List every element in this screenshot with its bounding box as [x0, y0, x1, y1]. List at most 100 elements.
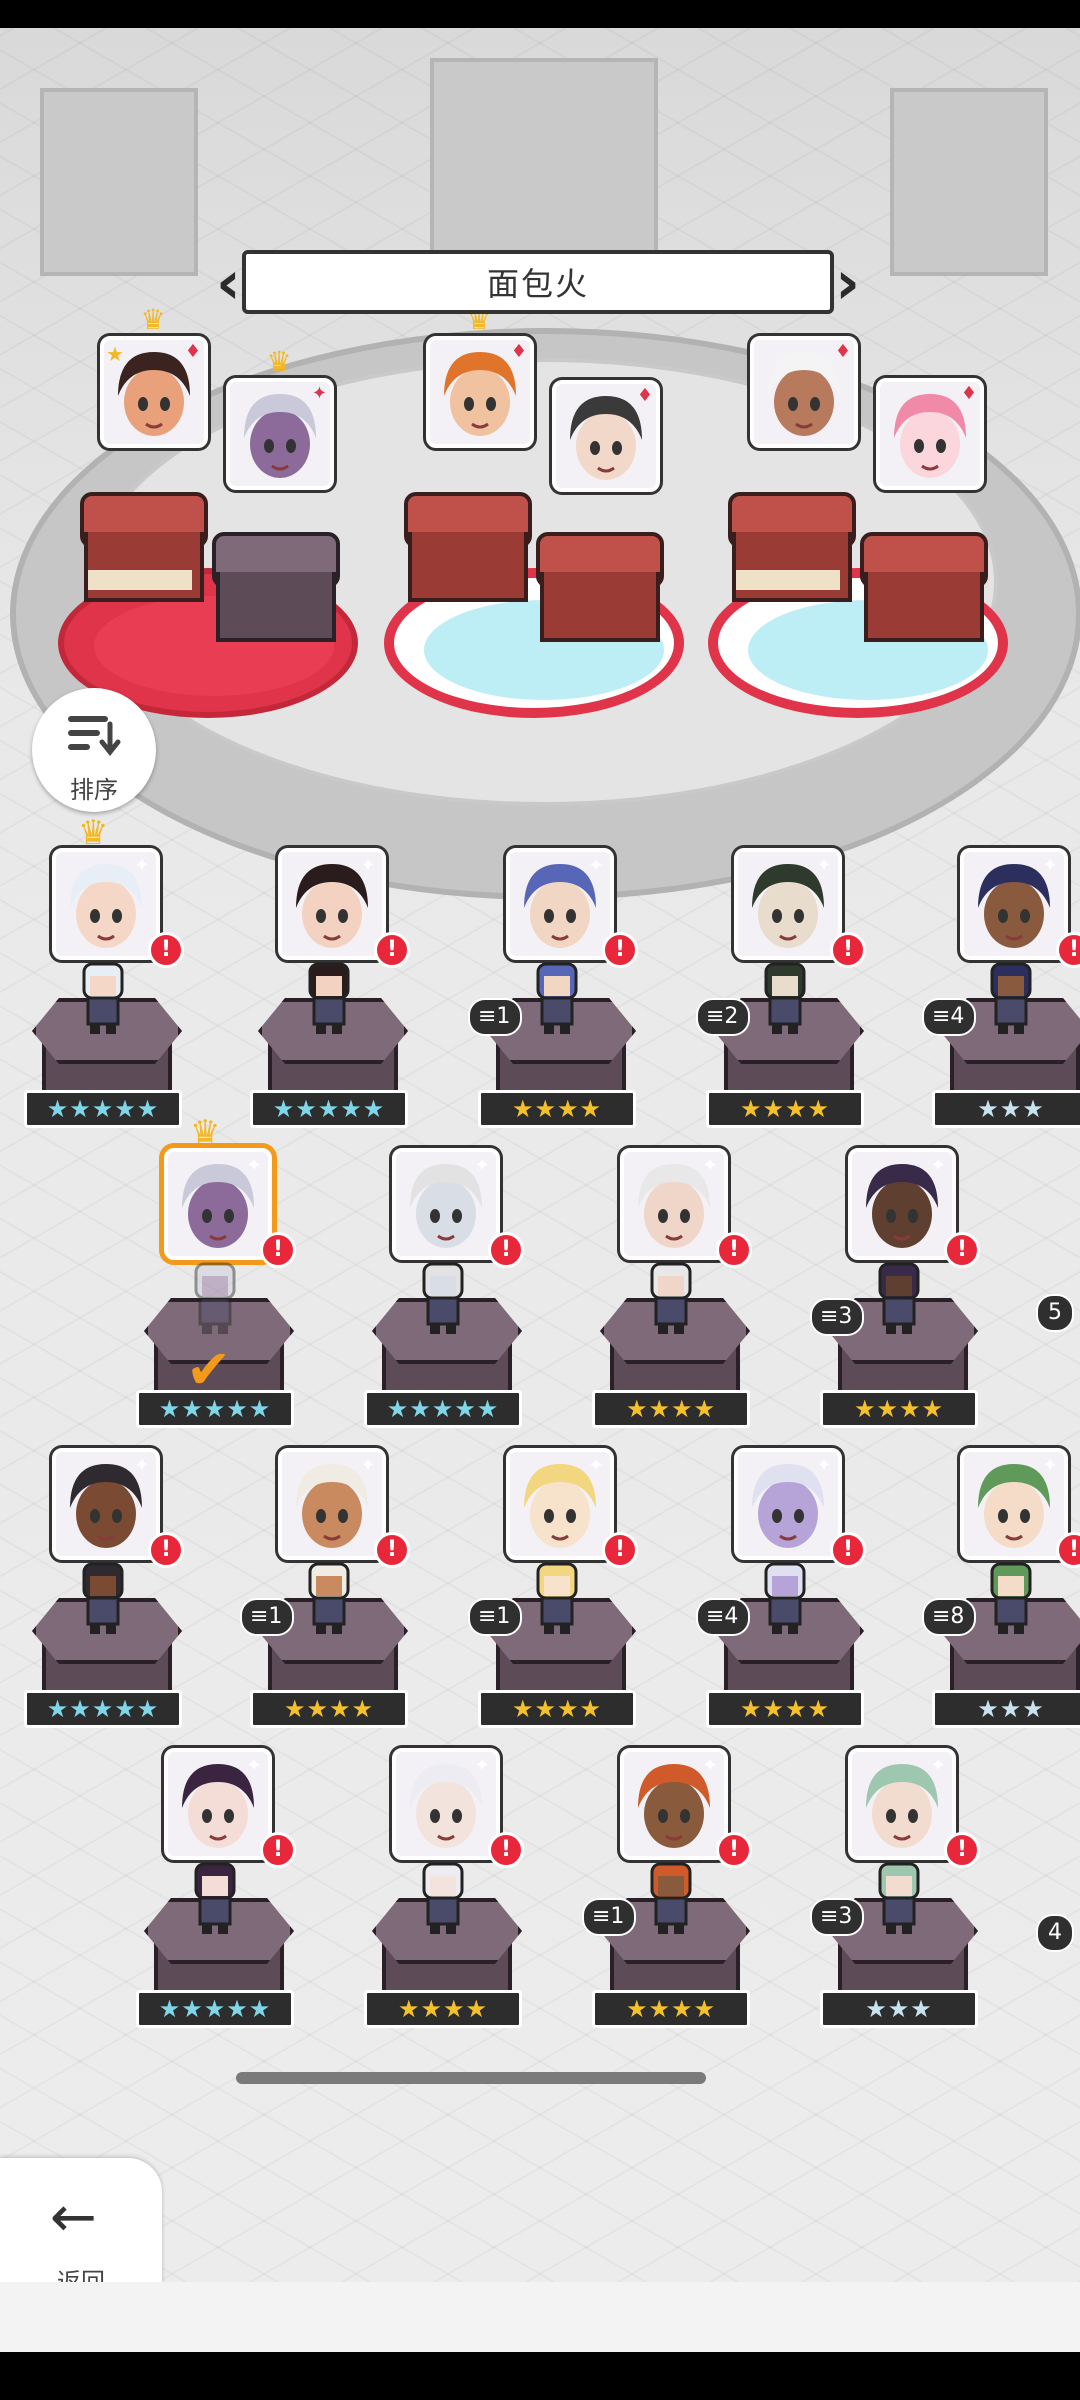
duplicate-count-badge: ≡1	[582, 1898, 637, 1936]
alert-badge-icon: !	[602, 1532, 638, 1568]
character-card[interactable]: ✦! ★★★★	[364, 1748, 524, 2048]
character-portrait[interactable]: ✦	[960, 848, 1068, 960]
alert-badge-icon: !	[374, 1532, 410, 1568]
bottom-bar	[0, 2282, 1080, 2352]
character-portrait[interactable]: ✦	[848, 1748, 956, 1860]
character-portrait[interactable]: ✦	[392, 1148, 500, 1260]
character-portrait[interactable]: ✦	[620, 1748, 728, 1860]
star-rating: ★★★★★	[24, 1090, 182, 1128]
character-card[interactable]: ✦! ≡3 ★★★★	[810, 1148, 980, 1448]
alert-badge-icon: !	[1056, 932, 1080, 968]
element-icon: ✦	[1042, 1455, 1058, 1476]
team-member-portrait[interactable]: ♦ ★	[100, 336, 208, 448]
system-nav-bar	[0, 2352, 1080, 2400]
crown-icon: ♛	[190, 1113, 221, 1153]
dup-badge-edge: 5	[1036, 1294, 1074, 1332]
element-icon: ✦	[588, 1455, 604, 1476]
character-card[interactable]: ✦! ★★★★★	[250, 848, 410, 1148]
duplicate-count-badge: ≡1	[468, 998, 523, 1036]
team-member-portrait[interactable]: ♦	[552, 380, 660, 492]
sort-button[interactable]: 排序	[32, 688, 156, 812]
character-portrait[interactable]: ✦	[734, 848, 842, 960]
chibi-sprite	[194, 1262, 236, 1334]
star-rating: ★★★★	[706, 1090, 864, 1128]
next-team-icon[interactable]: ›	[835, 248, 860, 318]
character-card[interactable]: ✦! ★★★★★	[364, 1148, 524, 1448]
duplicate-count-badge: ≡4	[696, 1598, 751, 1636]
duplicate-count-badge: ≡3	[810, 1298, 865, 1336]
chibi-sprite	[422, 1262, 464, 1334]
favorite-star-icon: ★	[106, 342, 124, 366]
alert-badge-icon: !	[830, 932, 866, 968]
character-card[interactable]: ✦! ≡1 ★★★★	[240, 1448, 410, 1748]
team-name-banner[interactable]: ‹ 面包火 ›	[216, 248, 860, 318]
character-portrait[interactable]: ✦	[734, 1448, 842, 1560]
star-rating: ★★★★	[478, 1690, 636, 1728]
element-icon: ✦	[816, 855, 832, 876]
character-card[interactable]: ✦! ★★★★★	[24, 1448, 184, 1748]
character-portrait[interactable]: ✦	[278, 848, 386, 960]
character-card[interactable]: ✦! ≡3 ★★★	[810, 1748, 980, 2048]
star-rating: ★★★★	[478, 1090, 636, 1128]
character-card[interactable]: ✦! ★★★★	[592, 1148, 752, 1448]
bg-pillar-right	[890, 88, 1048, 276]
duplicate-count-badge: ≡3	[810, 1898, 865, 1936]
prev-team-icon[interactable]: ‹	[216, 248, 241, 318]
dup-badge-edge: 4	[1036, 1914, 1074, 1952]
alert-badge-icon: !	[260, 1232, 296, 1268]
team-member-portrait[interactable]: ♦	[426, 336, 534, 448]
character-card[interactable]: ✦! ≡1 ★★★★	[468, 848, 638, 1148]
chibi-sprite	[878, 1862, 920, 1934]
element-icon: ✦	[474, 1755, 490, 1776]
element-icon: ✦	[930, 1155, 946, 1176]
cake-pedestal-5	[728, 492, 856, 602]
character-card[interactable]: ✦! ≡2 ★★★★	[696, 848, 866, 1148]
character-card[interactable]: ✦! ≡4 ★★★	[922, 848, 1080, 1148]
team-member-portrait[interactable]: ♦	[750, 336, 858, 448]
back-arrow-icon: ←	[50, 2185, 97, 2250]
character-portrait[interactable]: ✦	[620, 1148, 728, 1260]
character-portrait[interactable]: ✦	[164, 1148, 272, 1260]
element-icon: ✦	[246, 1155, 262, 1176]
character-portrait[interactable]: ✦	[506, 848, 614, 960]
alert-badge-icon: !	[1056, 1532, 1080, 1568]
element-icon: ✦	[134, 855, 150, 876]
character-card[interactable]: ✦! ≡1 ★★★★	[582, 1748, 752, 2048]
chibi-sprite	[422, 1862, 464, 1934]
character-card[interactable]: ✦! ★★★★★	[136, 1748, 296, 2048]
character-card[interactable]: ♛ ✦! ✔ ★★★★★	[136, 1116, 296, 1448]
element-icon: ✦	[702, 1155, 718, 1176]
alert-badge-icon: !	[602, 932, 638, 968]
character-portrait[interactable]: ✦	[278, 1448, 386, 1560]
chibi-sprite	[764, 1562, 806, 1634]
character-portrait[interactable]: ✦	[960, 1448, 1068, 1560]
bg-pillar-center	[430, 58, 658, 266]
sort-label: 排序	[70, 776, 118, 804]
alert-badge-icon: !	[488, 1232, 524, 1268]
chibi-sprite	[650, 1262, 692, 1334]
character-portrait[interactable]: ✦	[164, 1748, 272, 1860]
back-button[interactable]: ← 返回	[0, 2158, 162, 2282]
character-portrait[interactable]: ✦	[52, 1448, 160, 1560]
team-member-portrait[interactable]: ✦	[226, 378, 334, 490]
cake-pedestal-3	[404, 492, 532, 602]
star-rating: ★★★★	[592, 1990, 750, 2028]
alert-badge-icon: !	[488, 1832, 524, 1868]
character-card[interactable]: ✦! ≡4 ★★★★	[696, 1448, 866, 1748]
cake-pedestal-2	[212, 532, 340, 642]
character-card[interactable]: ✦! ≡1 ★★★★	[468, 1448, 638, 1748]
bg-pillar-left	[40, 88, 198, 276]
character-card[interactable]: ♛ ✦! ★★★★★	[24, 816, 184, 1148]
character-portrait[interactable]: ✦	[848, 1148, 956, 1260]
duplicate-count-badge: ≡2	[696, 998, 751, 1036]
alert-badge-icon: !	[944, 1832, 980, 1868]
horizontal-scroll-indicator[interactable]	[236, 2072, 706, 2084]
character-card[interactable]: ✦! ≡8 ★★★	[922, 1448, 1080, 1748]
character-portrait[interactable]: ✦	[392, 1748, 500, 1860]
team-member-portrait[interactable]: ♦	[876, 378, 984, 490]
suit-icon: ♦	[510, 341, 527, 362]
sort-icon	[68, 716, 121, 757]
character-portrait[interactable]: ✦	[506, 1448, 614, 1560]
star-rating: ★★★★	[706, 1690, 864, 1728]
character-portrait[interactable]: ✦	[52, 848, 160, 960]
